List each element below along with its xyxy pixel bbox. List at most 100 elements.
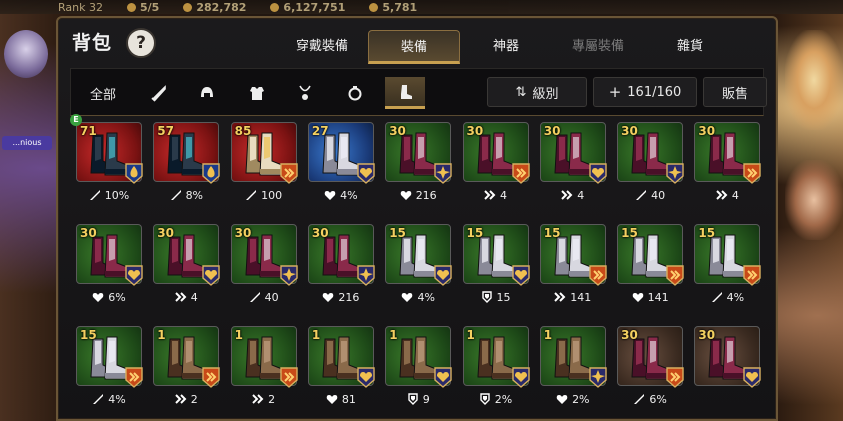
stat-value: 2: [190, 392, 198, 406]
stat-value: 216: [415, 188, 437, 202]
inventory-item[interactable]: 57 8%: [153, 122, 220, 210]
inventory-item[interactable]: 27 4%: [307, 122, 375, 210]
tab-0[interactable]: 穿戴裝備: [276, 30, 368, 64]
speed-icon: [484, 189, 496, 201]
attack-icon: [170, 189, 182, 201]
item-level: 15: [543, 226, 561, 240]
plus-icon: +: [608, 83, 622, 101]
inventory-item[interactable]: 1 81: [307, 326, 375, 414]
tab-3[interactable]: 專屬裝備: [552, 30, 644, 64]
inventory-item[interactable]: 1 9: [385, 326, 452, 414]
side-badge[interactable]: ...nious: [2, 136, 52, 150]
item-level: 30: [80, 226, 97, 240]
main-stat: 4: [540, 184, 606, 206]
attack-icon: [635, 189, 647, 201]
boots-icon: [401, 84, 412, 99]
inventory-item[interactable]: 15 15: [462, 224, 530, 312]
inventory-item[interactable]: 15 4%: [694, 224, 762, 312]
main-stat: 6%: [617, 388, 683, 410]
main-stat: 2%: [540, 388, 606, 410]
attack-icon: [245, 189, 257, 201]
filter-boots[interactable]: [385, 77, 425, 109]
filter-ring[interactable]: [335, 77, 375, 109]
hud-energy: 5/5: [126, 1, 159, 14]
item-level: 15: [698, 226, 716, 240]
stat-value: 4: [731, 188, 739, 202]
inventory-item[interactable]: 30: [694, 326, 762, 414]
inventory-item[interactable]: 30 6%: [76, 224, 144, 312]
heart-icon: [324, 189, 336, 201]
set-orange-icon: [742, 162, 762, 184]
set-blue-icon: [124, 162, 144, 184]
item-level: 1: [466, 328, 475, 342]
tab-1[interactable]: 裝備: [368, 30, 460, 64]
inventory-item[interactable]: 1 2: [230, 326, 298, 414]
set-heart-icon: [124, 264, 144, 286]
inventory-item[interactable]: 15 4%: [385, 224, 453, 312]
inventory-item[interactable]: 30 4: [694, 122, 762, 210]
tab-4[interactable]: 雜貨: [644, 30, 736, 64]
set-heart-icon: [742, 366, 762, 388]
hud-currency-3: 5,781: [369, 1, 417, 14]
item-level: 71: [80, 124, 97, 138]
hud-currency-1: 282,782: [183, 1, 246, 14]
filter-weapon[interactable]: [139, 77, 179, 109]
inventory-item[interactable]: 30 4: [153, 224, 220, 312]
inventory-item[interactable]: 30 4: [539, 122, 607, 210]
item-level: 15: [621, 226, 638, 240]
expand-capacity-button[interactable]: + 161/160: [593, 77, 697, 107]
main-stat: 4: [463, 184, 529, 206]
heart-icon: [322, 291, 334, 303]
stat-value: 4: [577, 188, 585, 202]
set-heart-icon: [433, 264, 453, 286]
inventory-item[interactable]: 85 100: [230, 122, 298, 210]
speed-icon: [175, 291, 187, 303]
hud-currency-2: 6,127,751: [270, 1, 345, 14]
attack-icon: [633, 393, 645, 405]
stat-value: 4: [190, 290, 198, 304]
main-stat: 4: [694, 184, 760, 206]
inventory-panel: 背包 ? 穿戴裝備 裝備 神器 專屬裝備 雜貨 全部 ⇅ 級別 + 161/160: [56, 16, 778, 421]
inventory-item[interactable]: 30 40: [230, 224, 298, 312]
sort-button[interactable]: ⇅ 級別: [487, 77, 587, 107]
category-tabs: 穿戴裝備 裝備 神器 專屬裝備 雜貨: [276, 30, 736, 64]
panel-header: 背包 ? 穿戴裝備 裝備 神器 專屬裝備 雜貨: [58, 18, 776, 64]
heart-icon: [400, 189, 412, 201]
main-stat: 2%: [463, 388, 529, 410]
item-level: 30: [698, 328, 716, 342]
filter-helmet[interactable]: [187, 77, 227, 109]
stat-value: 4%: [108, 392, 126, 406]
inventory-item[interactable]: 15 4%: [76, 326, 143, 414]
filter-necklace[interactable]: [285, 77, 325, 109]
inventory-item[interactable]: 15 141: [539, 224, 607, 312]
shield-icon: [407, 393, 419, 405]
inventory-item[interactable]: 1 2%: [462, 326, 530, 414]
inventory-item[interactable]: 30 6%: [617, 326, 684, 414]
filter-all[interactable]: 全部: [77, 77, 129, 109]
page-title: 背包: [72, 32, 113, 54]
sell-button[interactable]: 販售: [703, 77, 767, 107]
inventory-item[interactable]: 15 141: [617, 224, 685, 312]
stat-value: 2: [268, 392, 276, 406]
main-stat: 6%: [76, 286, 142, 308]
hero-avatar[interactable]: [4, 30, 48, 78]
tab-2[interactable]: 神器: [460, 30, 552, 64]
inventory-item[interactable]: 30 216: [307, 224, 375, 312]
inventory-item[interactable]: 30 40: [617, 122, 684, 210]
help-button[interactable]: ?: [126, 28, 156, 58]
set-orange-icon: [665, 264, 685, 286]
stat-value: 2%: [494, 392, 513, 406]
speed-icon: [561, 189, 573, 201]
inventory-item[interactable]: 30 216: [385, 122, 452, 210]
speed-icon: [175, 393, 187, 405]
inventory-item[interactable]: 71 E 10%: [70, 114, 144, 210]
inventory-item[interactable]: 30 4: [462, 122, 530, 210]
inventory-item[interactable]: 1 2%: [539, 326, 607, 414]
attack-icon: [89, 189, 101, 201]
speed-icon: [554, 291, 566, 303]
gold-icon: [270, 2, 280, 12]
inventory-item[interactable]: 1 2: [153, 326, 220, 414]
armor-icon: [250, 87, 264, 100]
filter-armor[interactable]: [237, 77, 277, 109]
item-level: 1: [389, 328, 398, 342]
